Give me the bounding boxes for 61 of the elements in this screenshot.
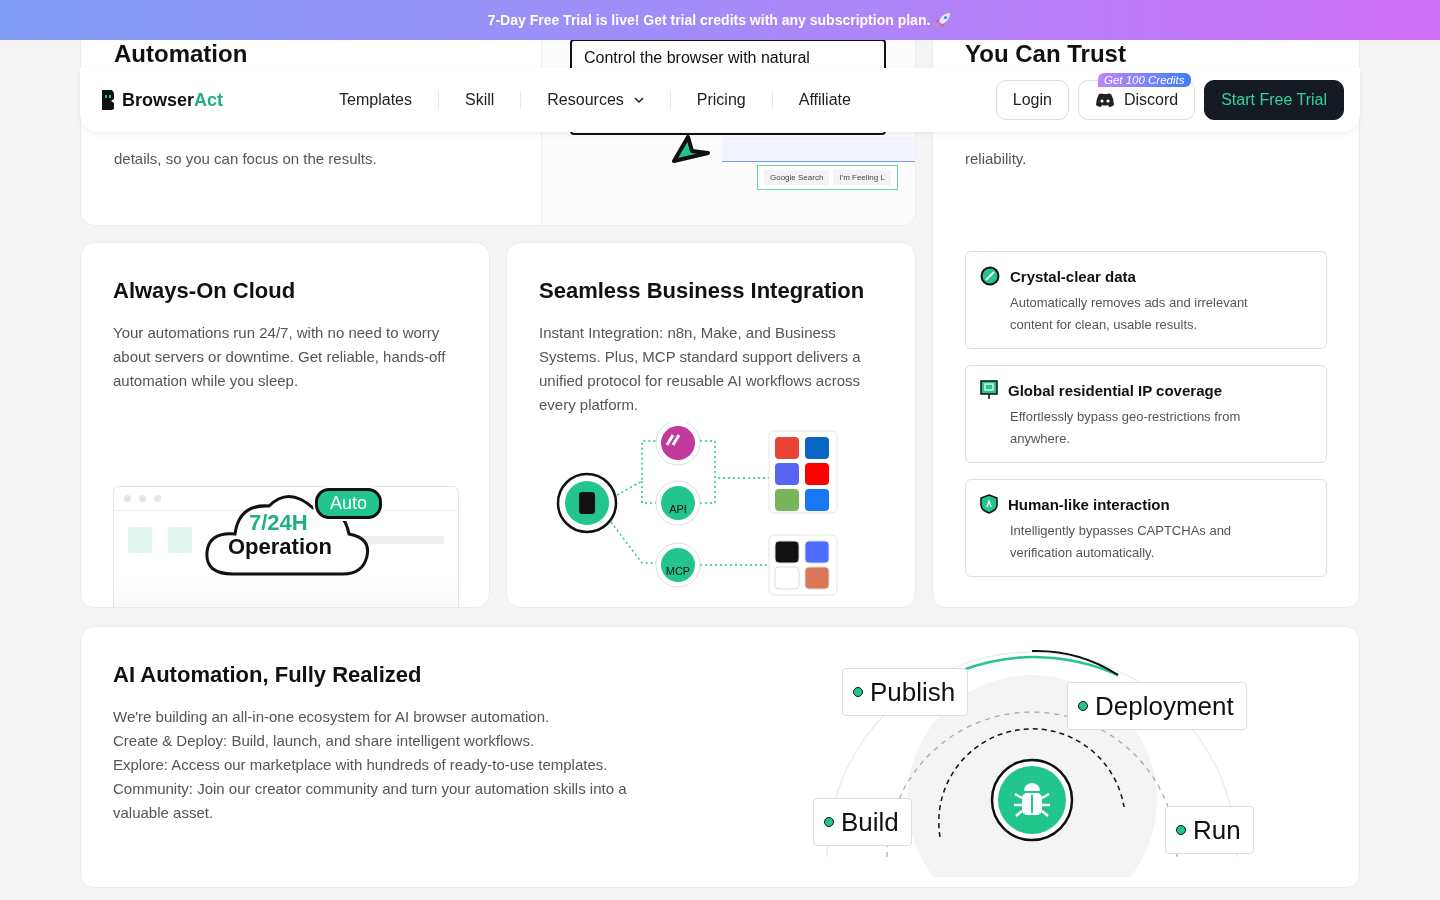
- card-text: reliability.: [965, 149, 1028, 169]
- app-icon: [804, 540, 830, 564]
- feature-text: Intelligently bypasses CAPTCHAs and verification automatically.: [1010, 522, 1233, 562]
- feature-text: Automatically removes ads and irrelevant content for clean, usable results.: [1010, 294, 1249, 334]
- stage-label: Deployment: [1067, 682, 1247, 730]
- nav-link[interactable]: Skill: [438, 91, 521, 109]
- node: MCP: [655, 542, 701, 588]
- stage-label: Run: [1165, 806, 1254, 854]
- app-icon: [805, 437, 829, 459]
- app-icon: [774, 566, 800, 590]
- card-heading: You Can Trust: [965, 41, 1127, 67]
- app-icon: [775, 437, 799, 459]
- credits-badge: Get 100 Credits: [1097, 73, 1191, 87]
- stage-label: Publish: [842, 668, 969, 716]
- ip-sign-icon: [980, 380, 998, 400]
- logo-node: [556, 472, 618, 534]
- brand-name: BrowserAct: [122, 89, 224, 111]
- cloud-text: 7/24H: [249, 510, 308, 536]
- feature-title: Global residential IP coverage: [1008, 381, 1222, 399]
- card-text: Community: Join our creator community and turn your automation skills into a valuable asset.: [113, 779, 628, 823]
- nav-link[interactable]: Affiliate: [772, 91, 877, 109]
- chevron-down-icon: [633, 97, 644, 103]
- card-text: Your automations run 24/7, with no need to worry about servers or downtime. Get reliable, hands-off automation while you sleep.: [113, 323, 447, 391]
- app-icon: [804, 566, 830, 590]
- card-heading: AI Automation, Fully Realized: [113, 661, 423, 689]
- bug-icon: [990, 758, 1074, 842]
- brand-logo[interactable]: BrowserAct: [100, 89, 224, 111]
- cloud-text: Operation: [228, 534, 332, 560]
- feature-text: Effortlessly bypass geo-restrictions from anywhere.: [1010, 408, 1242, 448]
- rocket-icon: [934, 11, 953, 29]
- card-heading: Seamless Business Integration: [539, 277, 866, 305]
- login-button[interactable]: Login: [995, 80, 1069, 120]
- connector-line: [699, 564, 770, 566]
- workflow-node: [655, 423, 701, 466]
- card-heading: Automation: [114, 41, 249, 67]
- app-icon: [805, 463, 829, 485]
- app-icon: [775, 489, 799, 511]
- auto-badge: Auto: [315, 488, 383, 519]
- shield-icon: [980, 494, 998, 514]
- card-text: Instant Integration: n8n, Make, and Business Systems. Plus, MCP standard support delivers a unified protocol for reusable AI workflows across every platform.: [539, 323, 862, 415]
- logo-icon: [100, 89, 116, 111]
- app-icon: [774, 540, 800, 564]
- slash-circle-icon: [980, 266, 1000, 286]
- feature-title: Crystal-clear data: [1010, 267, 1136, 285]
- nav-link[interactable]: Resources: [521, 91, 670, 109]
- nav-link[interactable]: Pricing: [670, 91, 772, 109]
- start-trial-button[interactable]: Start Free Trial: [1204, 80, 1344, 120]
- node: API: [655, 480, 701, 526]
- nav-link[interactable]: Templates: [313, 91, 438, 109]
- app-icon: [775, 463, 799, 485]
- card-text: We're building an all-in-one ecosystem for AI browser automation.: [113, 707, 551, 727]
- card-heading: Always-On Cloud: [113, 277, 297, 305]
- app-icon: [805, 489, 829, 511]
- card-text: details, so you can focus on the results.: [114, 149, 378, 169]
- stage-label: Build: [813, 798, 912, 846]
- prompt-text: Control the browser with natural: [584, 49, 810, 66]
- discord-icon: [1094, 92, 1115, 108]
- feature-title: Human-like interaction: [1008, 495, 1170, 513]
- card-text: Create & Deploy: Build, launch, and share intelligent workflows.: [113, 731, 536, 751]
- card-text: Explore: Access our marketplace with hundreds of ready-to-use templates.: [113, 755, 609, 775]
- banner-text: 7-Day Free Trial is live! Get trial credits with any subscription plan.: [487, 12, 931, 28]
